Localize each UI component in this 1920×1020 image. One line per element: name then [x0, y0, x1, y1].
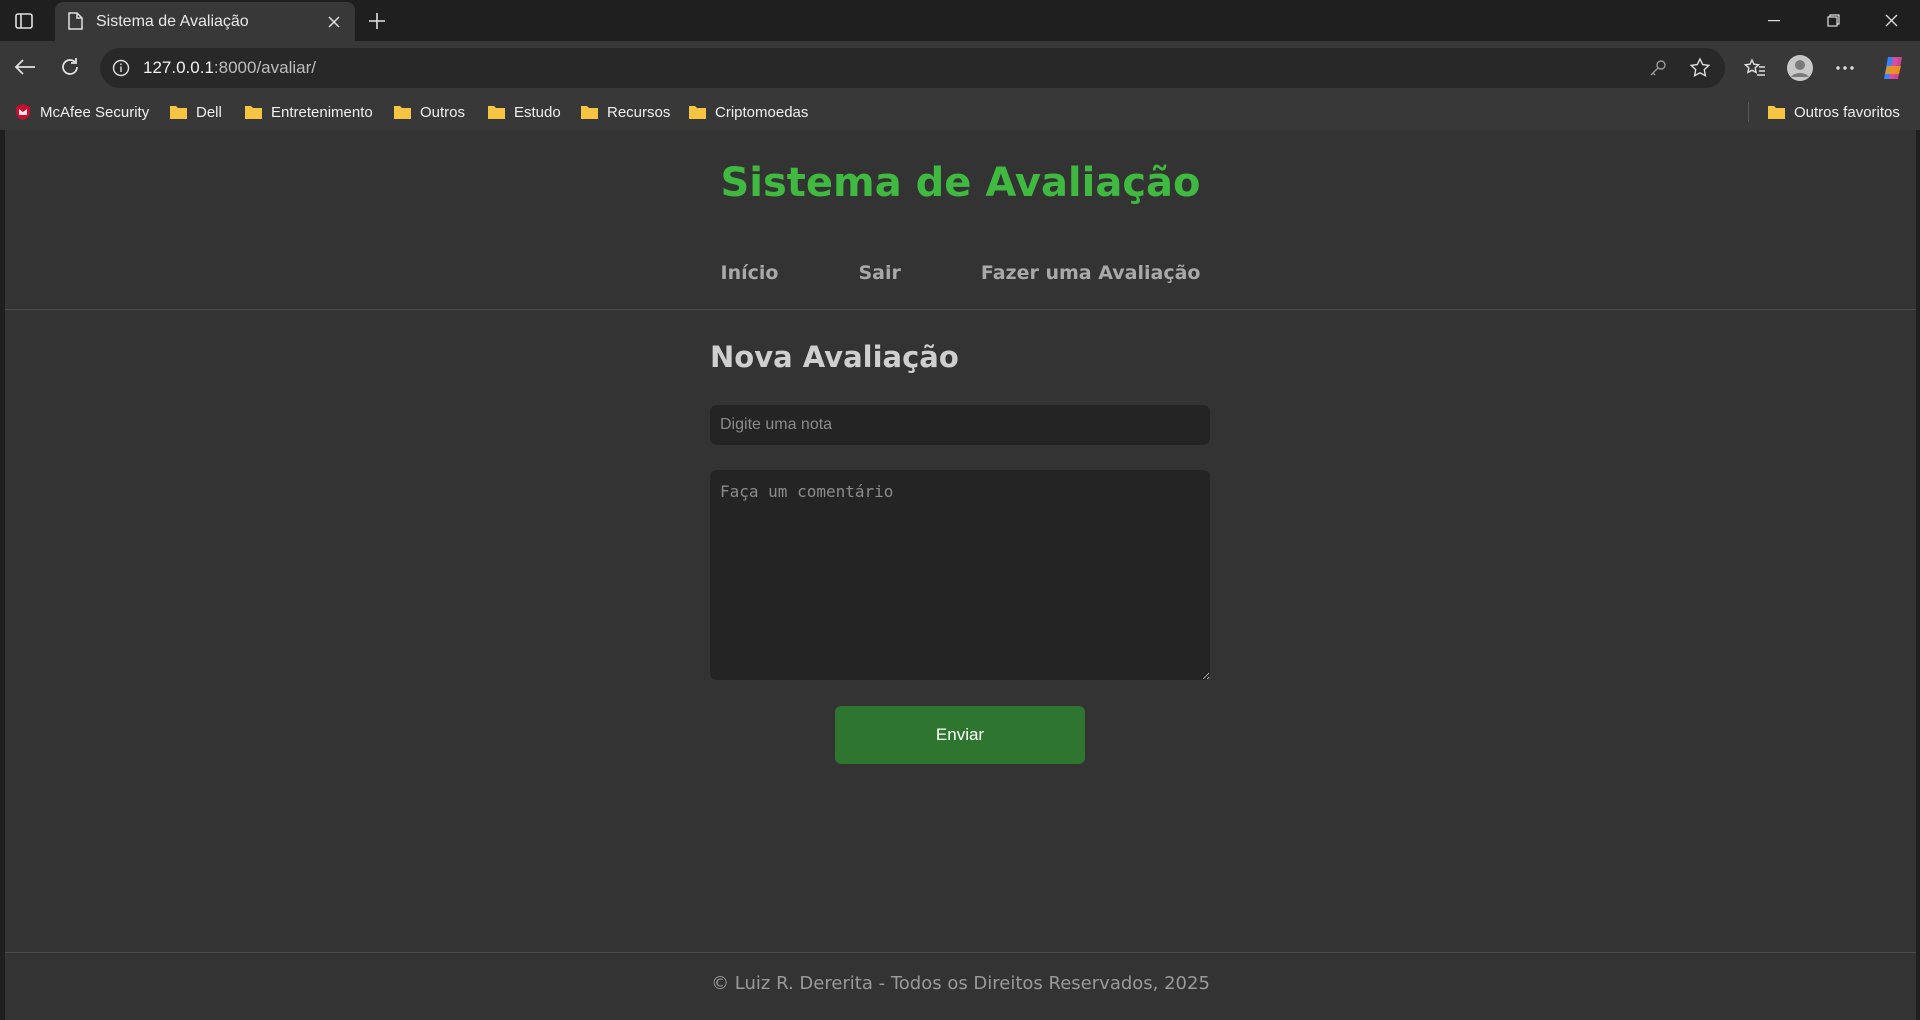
url-path: :8000/avaliar/: [213, 58, 316, 77]
url-text[interactable]: 127.0.0.1:8000/avaliar/: [143, 58, 316, 78]
bookmark-outros[interactable]: Outros: [393, 101, 465, 123]
bookmark-label: Outros favoritos: [1794, 103, 1900, 121]
tab-bar: Sistema de Avaliação: [0, 0, 1920, 41]
bookmark-entretenimento[interactable]: Entretenimento: [244, 101, 373, 123]
password-key-icon[interactable]: [1648, 58, 1668, 83]
nav-link-fazer-avaliacao[interactable]: Fazer uma Avaliação: [981, 262, 1201, 284]
bookmark-label: Outros: [420, 103, 466, 121]
nav-link-inicio[interactable]: Início: [721, 262, 779, 284]
folder-icon: [245, 106, 262, 119]
close-tab-icon[interactable]: [323, 11, 345, 33]
minimize-icon[interactable]: [1745, 0, 1803, 41]
favorite-star-icon[interactable]: [1689, 57, 1711, 84]
review-form-fields: Enviar: [710, 340, 1210, 860]
new-tab-icon[interactable]: [364, 8, 390, 34]
nav-link-sair[interactable]: Sair: [858, 262, 900, 284]
copilot-icon[interactable]: [1876, 51, 1910, 85]
bookmark-label: Criptomoedas: [715, 103, 809, 121]
bookmark-estudo[interactable]: Estudo: [487, 101, 561, 123]
mcafee-icon: [16, 104, 30, 120]
folder-icon: [394, 106, 411, 119]
bookmark-label: Recursos: [607, 103, 671, 121]
back-icon[interactable]: [9, 51, 41, 83]
bookmark-label: Entretenimento: [271, 103, 373, 121]
bookmark-label: McAfee Security: [40, 103, 150, 121]
folder-icon: [488, 106, 505, 119]
more-menu-icon[interactable]: [1828, 51, 1862, 85]
folder-icon: [581, 106, 598, 119]
site-footer: © Luiz R. Dererita - Todos os Direitos R…: [5, 952, 1916, 1020]
profile-avatar-icon[interactable]: [1783, 51, 1817, 85]
browser-tab[interactable]: Sistema de Avaliação: [55, 2, 355, 41]
bookmarks-bar: McAfee Security Dell Entretenimento Outr…: [0, 94, 1920, 130]
bookmarks-divider: [1748, 102, 1749, 122]
tab-actions-icon[interactable]: [11, 9, 37, 33]
footer-text: © Luiz R. Dererita - Todos os Direitos R…: [711, 973, 1210, 994]
bookmark-dell[interactable]: Dell: [169, 101, 222, 123]
url-host: 127.0.0.1: [143, 58, 214, 77]
bookmark-criptomoedas[interactable]: Criptomoedas: [688, 101, 808, 123]
site-header: Sistema de Avaliação Início Sair Fazer u…: [5, 130, 1916, 310]
reload-icon[interactable]: [54, 51, 86, 83]
page-icon: [68, 12, 83, 35]
browser-toolbar: 127.0.0.1:8000/avaliar/: [0, 41, 1920, 94]
bookmark-label: Estudo: [514, 103, 561, 121]
bookmark-label: Dell: [196, 103, 222, 121]
comment-textarea[interactable]: [710, 470, 1210, 680]
address-bar[interactable]: 127.0.0.1:8000/avaliar/: [100, 48, 1725, 88]
folder-icon: [170, 106, 187, 119]
folder-icon: [1768, 106, 1785, 119]
site-title: Sistema de Avaliação: [720, 160, 1201, 206]
tab-title: Sistema de Avaliação: [96, 13, 249, 30]
bookmark-other-favorites[interactable]: Outros favoritos: [1767, 101, 1900, 123]
close-window-icon[interactable]: [1862, 0, 1920, 41]
site-nav: Início Sair Fazer uma Avaliação: [5, 262, 1916, 284]
rating-input[interactable]: [710, 405, 1210, 445]
site-info-icon[interactable]: [112, 59, 130, 82]
favorites-icon[interactable]: [1738, 51, 1772, 85]
folder-icon: [689, 106, 706, 119]
bookmark-recursos[interactable]: Recursos: [580, 101, 670, 123]
bookmark-mcafee[interactable]: McAfee Security: [14, 101, 149, 123]
submit-button[interactable]: Enviar: [835, 706, 1085, 764]
restore-icon[interactable]: [1804, 0, 1862, 41]
